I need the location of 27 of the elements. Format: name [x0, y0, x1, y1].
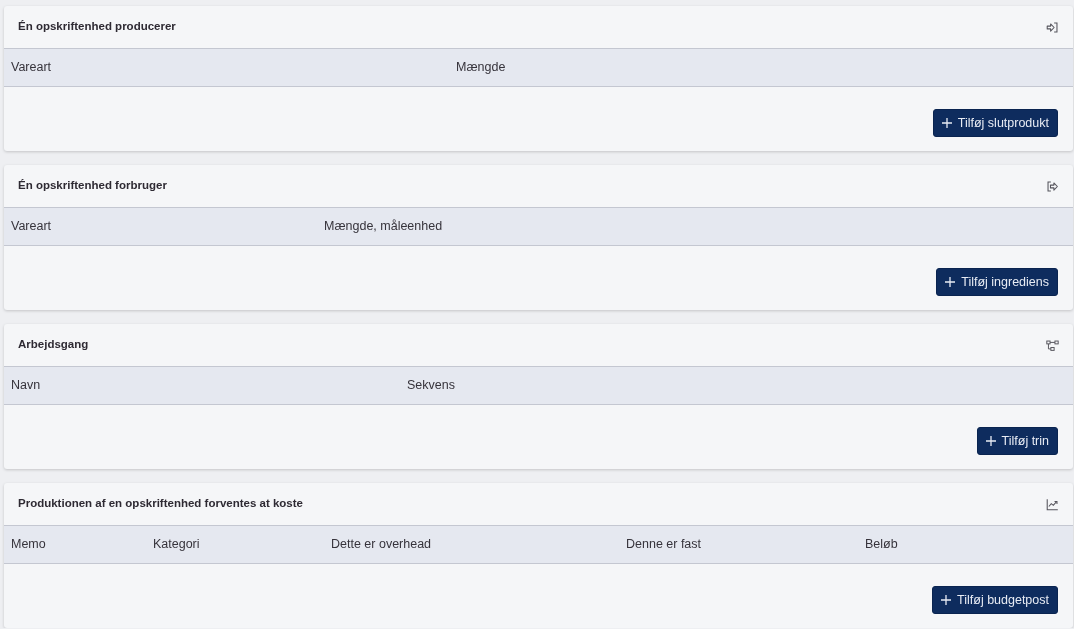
- column-header: Kategori: [146, 525, 324, 564]
- sign-out-icon: [1046, 179, 1059, 193]
- column-header: Mængde, måleenhed: [317, 207, 1073, 246]
- column-header: Sekvens: [400, 366, 1073, 405]
- section-title: Arbejdsgang: [18, 338, 89, 352]
- column-header: Vareart: [4, 48, 449, 87]
- sign-in-icon: [1046, 20, 1059, 34]
- plus-icon: [941, 595, 952, 605]
- section-title: Én opskriftenhed producerer: [18, 20, 176, 34]
- line-chart-icon: [1046, 497, 1059, 511]
- add-button[interactable]: Tilføj slutprodukt: [932, 109, 1058, 137]
- plus-icon: [945, 277, 956, 287]
- node-diagram-icon: [1046, 338, 1059, 352]
- column-header: Mængde: [449, 48, 1073, 87]
- column-header: Dette er overhead: [324, 525, 619, 564]
- section-title: Produktionen af en opskriftenhed forventes at koste: [18, 497, 303, 511]
- column-header: Vareart: [4, 207, 317, 246]
- add-button[interactable]: Tilføj ingrediens: [936, 268, 1058, 296]
- plus-icon: [941, 118, 952, 128]
- add-button[interactable]: Tilføj budgetpost: [932, 586, 1058, 614]
- column-header: Memo: [4, 525, 146, 564]
- add-button[interactable]: Tilføj trin: [976, 427, 1058, 455]
- column-header: Navn: [4, 366, 400, 405]
- section-title: Én opskriftenhed forbruger: [18, 179, 167, 193]
- column-header: Beløb: [858, 525, 1073, 564]
- column-header: Denne er fast: [619, 525, 858, 564]
- plus-icon: [985, 436, 996, 446]
